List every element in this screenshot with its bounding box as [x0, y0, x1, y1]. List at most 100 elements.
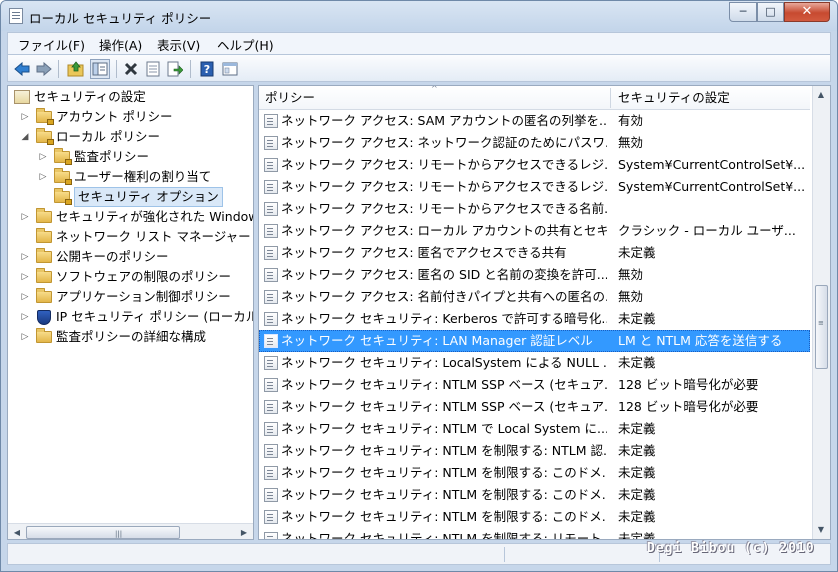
policy-row[interactable]: ネットワーク セキュリティ: NTLM を制限する: NTLM 認... 未定義 [259, 440, 810, 462]
policy-name: ネットワーク アクセス: リモートからアクセスできる名前... [281, 201, 607, 216]
tree-item[interactable]: セキュリティ オプション [12, 187, 252, 207]
expand-right-icon[interactable]: ▷ [20, 307, 30, 327]
export-list-icon[interactable] [165, 59, 185, 79]
tree-item-label: アカウント ポリシー [56, 109, 173, 124]
scroll-up-icon[interactable]: ▲ [814, 88, 828, 101]
tree-item[interactable]: ◢ ローカル ポリシー [12, 127, 252, 147]
tree-item[interactable]: ▷ アプリケーション制御ポリシー [12, 287, 252, 307]
list-vertical-scrollbar[interactable]: ▲ ≡ ▼ [812, 86, 830, 539]
policy-row[interactable]: ネットワーク セキュリティ: NTLM を制限する: このドメ... 未定義 [259, 484, 810, 506]
expand-right-icon[interactable]: ▷ [38, 147, 48, 167]
policy-row[interactable]: ネットワーク セキュリティ: NTLM SSP ベース (セキュア... 128 … [259, 374, 810, 396]
minimize-button[interactable]: ─ [729, 2, 757, 22]
menu-action[interactable]: 操作(A) [99, 35, 142, 54]
expand-right-icon[interactable]: ▷ [20, 247, 30, 267]
policy-setting-icon [264, 268, 278, 282]
policy-row[interactable]: ネットワーク セキュリティ: Kerberos で許可する暗号化... 未定義 [259, 308, 810, 330]
tree-item-label: ユーザー権利の割り当て [74, 169, 212, 184]
policy-setting-icon [264, 422, 278, 436]
policy-row[interactable]: ネットワーク アクセス: リモートからアクセスできる名前... [259, 198, 810, 220]
tree-item-label: アプリケーション制御ポリシー [56, 289, 231, 304]
tree-item[interactable]: ▷ 監査ポリシーの詳細な構成 [12, 327, 252, 347]
back-icon[interactable] [12, 59, 32, 79]
tree-item-label: ソフトウェアの制限のポリシー [56, 269, 232, 284]
grip-icon: ||| [115, 530, 123, 538]
maximize-button[interactable]: □ [757, 2, 784, 22]
tree-item[interactable]: ▷ 監査ポリシー [12, 147, 252, 167]
expand-right-icon[interactable]: ▷ [20, 287, 30, 307]
policy-row[interactable]: ネットワーク セキュリティ: NTLM で Local System に... 未… [259, 418, 810, 440]
tree-item[interactable]: ▷ IP セキュリティ ポリシー (ローカル [12, 307, 253, 327]
properties-icon[interactable] [143, 59, 163, 79]
tree-pane[interactable]: セキュリティの設定 ▷ アカウント ポリシー ◢ ローカル ポリシー ▷ 監査ポリシー ▷ ユ… [7, 85, 254, 540]
policy-row[interactable]: ネットワーク アクセス: SAM アカウントの匿名の列挙を... 有効 [259, 110, 810, 132]
policy-row[interactable]: ネットワーク セキュリティ: NTLM を制限する: このドメ... 未定義 [259, 462, 810, 484]
show-hide-tree-icon[interactable] [90, 59, 110, 79]
expand-right-icon[interactable]: ▷ [20, 207, 30, 227]
delete-icon[interactable] [121, 59, 141, 79]
tree-item-label: セキュリティが強化された Windows [56, 209, 254, 224]
up-folder-icon[interactable] [66, 59, 86, 79]
tree-item[interactable]: ▷ アカウント ポリシー [12, 107, 252, 127]
expand-right-icon[interactable]: ▷ [38, 167, 48, 187]
policy-row[interactable]: ネットワーク アクセス: 匿名でアクセスできる共有 未定義 [259, 242, 810, 264]
policy-setting-value: System¥CurrentControlSet¥... [618, 157, 806, 172]
tree-root[interactable]: セキュリティの設定 [12, 87, 252, 107]
menu-view[interactable]: 表示(V) [157, 35, 200, 54]
policy-setting-icon [264, 356, 278, 370]
help-icon[interactable]: ? [197, 59, 217, 79]
tree-root-label: セキュリティの設定 [34, 89, 146, 104]
policy-name: ネットワーク アクセス: ネットワーク認証のためにパスワ... [281, 135, 607, 150]
tree-horizontal-scrollbar[interactable]: ◀ ||| ▶ [8, 523, 253, 539]
policy-folder-icon [36, 108, 54, 125]
policy-name: ネットワーク セキュリティ: NTLM を制限する: このドメ... [281, 509, 607, 524]
scroll-down-icon[interactable]: ▼ [814, 523, 828, 536]
window-title: ローカル セキュリティ ポリシー [29, 11, 212, 26]
folder-icon [36, 208, 52, 223]
policy-setting-icon [264, 246, 278, 260]
menu-help[interactable]: ヘルプ(H) [217, 35, 274, 54]
policy-name: ネットワーク セキュリティ: LAN Manager 認証レベル [281, 333, 593, 348]
policy-list-pane[interactable]: ポリシー ^ セキュリティの設定 ネットワーク アクセス: SAM アカウントの… [258, 85, 831, 540]
policy-row[interactable]: ネットワーク セキュリティ: NTLM を制限する: リモート... 未定義 [259, 528, 810, 539]
list-scroll-thumb[interactable]: ≡ [815, 285, 828, 369]
policy-row[interactable]: ネットワーク アクセス: ネットワーク認証のためにパスワ... 無効 [259, 132, 810, 154]
column-divider[interactable] [610, 88, 611, 108]
close-button[interactable]: ✕ [784, 2, 830, 22]
menu-file[interactable]: ファイル(F) [18, 35, 85, 54]
title-bar[interactable]: ローカル セキュリティ ポリシー ─ □ ✕ [1, 1, 837, 31]
forward-icon[interactable] [34, 59, 54, 79]
policy-row[interactable]: ネットワーク アクセス: 匿名の SID と名前の変換を許可... 無効 [259, 264, 810, 286]
list-header: ポリシー ^ セキュリティの設定 [259, 86, 810, 110]
tree-item-label: 監査ポリシー [74, 149, 150, 164]
policy-row-selected[interactable]: ネットワーク セキュリティ: LAN Manager 認証レベル LM と NTL… [259, 330, 810, 352]
policy-setting-value: 無効 [618, 289, 644, 304]
expand-right-icon[interactable]: ▷ [20, 267, 30, 287]
policy-row[interactable]: ネットワーク セキュリティ: NTLM SSP ベース (セキュア... 128 … [259, 396, 810, 418]
tree-item[interactable]: ネットワーク リスト マネージャー ポ [12, 227, 253, 247]
scroll-left-icon[interactable]: ◀ [10, 526, 24, 539]
scroll-right-icon[interactable]: ▶ [237, 526, 251, 539]
policy-row[interactable]: ネットワーク セキュリティ: LocalSystem による NULL ... 未… [259, 352, 810, 374]
tree-item[interactable]: ▷ セキュリティが強化された Windows [12, 207, 254, 227]
policy-row[interactable]: ネットワーク セキュリティ: NTLM を制限する: このドメ... 未定義 [259, 506, 810, 528]
policy-row[interactable]: ネットワーク アクセス: ローカル アカウントの共有とセキ... クラシック - … [259, 220, 810, 242]
tree-item[interactable]: ▷ 公開キーのポリシー [12, 247, 252, 267]
toolbar-separator [190, 60, 191, 78]
policy-row[interactable]: ネットワーク アクセス: 名前付きパイプと共有への匿名の... 無効 [259, 286, 810, 308]
policy-row[interactable]: ネットワーク アクセス: リモートからアクセスできるレジ... System¥Cu… [259, 176, 810, 198]
ip-security-shield-icon [37, 310, 51, 325]
expand-right-icon[interactable]: ▷ [20, 107, 30, 127]
column-header-setting[interactable]: セキュリティの設定 [612, 86, 810, 110]
mmc-view-icon[interactable] [220, 59, 240, 79]
tree-item[interactable]: ▷ ソフトウェアの制限のポリシー [12, 267, 252, 287]
policy-name: ネットワーク セキュリティ: LocalSystem による NULL ... [281, 355, 607, 370]
policy-setting-icon [264, 158, 278, 172]
tree-scroll-thumb[interactable]: ||| [26, 526, 180, 539]
tree-item[interactable]: ▷ ユーザー権利の割り当て [12, 167, 252, 187]
policy-row[interactable]: ネットワーク アクセス: リモートからアクセスできるレジ... System¥Cu… [259, 154, 810, 176]
expand-right-icon[interactable]: ▷ [20, 327, 30, 347]
policy-setting-icon [264, 136, 278, 150]
policy-setting-icon [264, 444, 278, 458]
expand-down-icon[interactable]: ◢ [20, 127, 30, 147]
